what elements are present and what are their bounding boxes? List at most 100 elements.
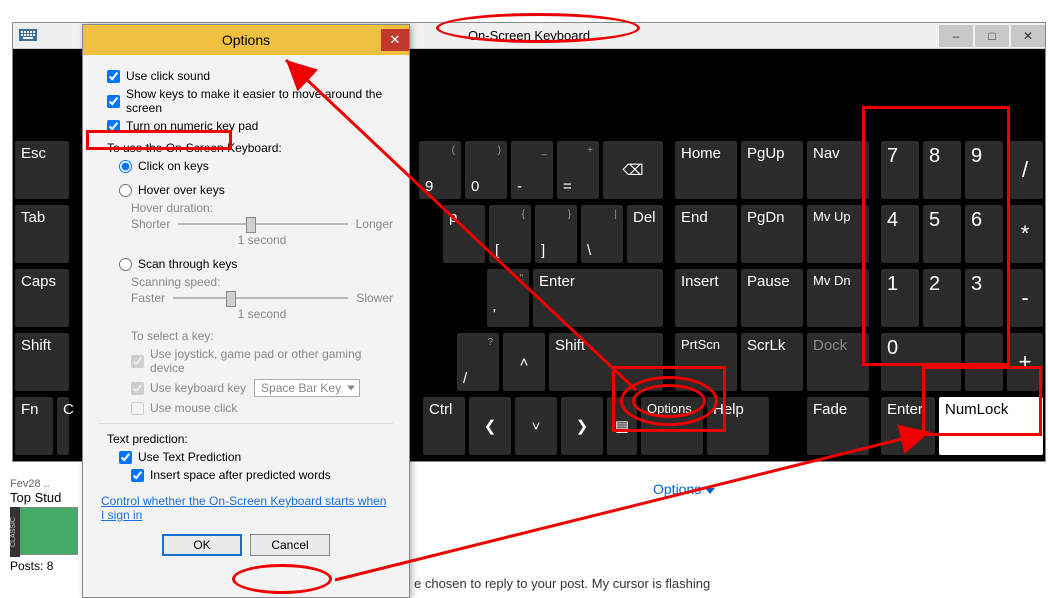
key-numslash[interactable]: / xyxy=(1007,141,1043,199)
checkbox-numeric-keypad[interactable]: Turn on numeric key pad xyxy=(107,119,393,133)
key-pgdn[interactable]: PgDn xyxy=(741,205,803,263)
key-num4[interactable]: 4 xyxy=(881,205,919,263)
key-nav[interactable]: Nav xyxy=(807,141,869,199)
key-backslash[interactable]: | \ xyxy=(581,205,623,263)
key-right[interactable]: ❯ xyxy=(561,397,603,455)
checkbox-text-prediction[interactable]: Use Text Prediction xyxy=(119,450,393,464)
key-home[interactable]: Home xyxy=(675,141,737,199)
key-slash[interactable]: ? / xyxy=(457,333,499,391)
cancel-button[interactable]: Cancel xyxy=(250,534,330,556)
label: Hover over keys xyxy=(138,183,225,197)
key-rbracket[interactable]: } ] xyxy=(535,205,577,263)
key-enter[interactable]: Enter xyxy=(533,269,663,327)
key-enter-pad[interactable]: Enter xyxy=(881,397,935,455)
key-num9[interactable]: 9 xyxy=(965,141,1003,199)
key-up[interactable]: ˄ xyxy=(503,333,545,391)
radio-scan-through-keys[interactable]: Scan through keys xyxy=(119,257,393,271)
key-options[interactable]: Options xyxy=(641,397,703,455)
reply-body-text: e chosen to reply to your post. My curso… xyxy=(414,576,710,591)
checkbox-numeric-keypad-input[interactable] xyxy=(107,120,120,133)
key-num1[interactable]: 1 xyxy=(881,269,919,327)
key-minus[interactable]: _ - xyxy=(511,141,553,199)
checkbox-text-prediction-input[interactable] xyxy=(119,451,132,464)
key-help[interactable]: Help xyxy=(707,397,769,455)
checkbox-use-mouse-click-input[interactable] xyxy=(131,402,144,415)
key-numplus[interactable]: + xyxy=(1007,333,1043,391)
key-caps[interactable]: Caps xyxy=(15,269,69,327)
key-backspace[interactable]: ⌫ xyxy=(603,141,663,199)
key-numlock[interactable]: NumLock xyxy=(939,397,1043,455)
checkbox-show-keys[interactable]: Show keys to make it easier to move arou… xyxy=(107,87,393,115)
radio-click-on-keys-input[interactable] xyxy=(119,160,132,173)
key-num2[interactable]: 2 xyxy=(923,269,961,327)
checkbox-insert-space[interactable]: Insert space after predicted words xyxy=(131,468,393,482)
slider-thumb[interactable] xyxy=(246,217,256,233)
key-ctrl[interactable]: Ctrl xyxy=(423,397,465,455)
key-pause[interactable]: Pause xyxy=(741,269,803,327)
scan-slider[interactable]: Faster Slower xyxy=(131,291,393,305)
key-del[interactable]: Del xyxy=(627,205,663,263)
key-mvup[interactable]: Mv Up xyxy=(807,205,869,263)
key-esc[interactable]: Esc xyxy=(15,141,69,199)
hover-slider[interactable]: Shorter Longer xyxy=(131,217,393,231)
key-numdot[interactable]: . xyxy=(965,333,1003,391)
key-0[interactable]: ) 0 xyxy=(465,141,507,199)
slider-track[interactable] xyxy=(178,223,347,225)
options-close-button[interactable]: ✕ xyxy=(381,29,409,51)
key-down[interactable]: ˅ xyxy=(515,397,557,455)
key-fn[interactable]: Fn xyxy=(15,397,53,455)
key-num7[interactable]: 7 xyxy=(881,141,919,199)
key-fade[interactable]: Fade xyxy=(807,397,869,455)
key-num6[interactable]: 6 xyxy=(965,205,1003,263)
checkbox-insert-space-input[interactable] xyxy=(131,469,144,482)
label: Scan through keys xyxy=(138,257,237,271)
key-dock[interactable]: Dock xyxy=(807,333,869,391)
key-menu[interactable]: ▤ xyxy=(607,397,637,455)
key-c-partial[interactable]: C xyxy=(57,397,69,455)
key-9[interactable]: ( 9 xyxy=(419,141,461,199)
close-button[interactable]: ✕ xyxy=(1011,25,1045,47)
checkbox-use-joystick[interactable]: Use joystick, game pad or other gaming d… xyxy=(131,347,393,375)
ok-button[interactable]: OK xyxy=(162,534,242,556)
key-numminus[interactable]: - xyxy=(1007,269,1043,327)
slider-thumb[interactable] xyxy=(226,291,236,307)
key-insert[interactable]: Insert xyxy=(675,269,737,327)
key-num3[interactable]: 3 xyxy=(965,269,1003,327)
checkbox-use-keyboard-key[interactable]: Use keyboard key Space Bar Key xyxy=(131,379,393,397)
minimize-button[interactable]: – xyxy=(939,25,973,47)
key-quote[interactable]: " ' xyxy=(487,269,529,327)
slider-track[interactable] xyxy=(173,297,348,299)
key-lbracket[interactable]: { [ xyxy=(489,205,531,263)
checkbox-use-mouse-click[interactable]: Use mouse click xyxy=(131,401,393,415)
options-toggle[interactable]: Options xyxy=(653,481,715,497)
sublabel: ? xyxy=(463,337,493,348)
key-p[interactable]: p xyxy=(443,205,485,263)
checkbox-click-sound[interactable]: Use click sound xyxy=(107,69,393,83)
checkbox-show-keys-input[interactable] xyxy=(107,95,120,108)
key-tab[interactable]: Tab xyxy=(15,205,69,263)
checkbox-click-sound-input[interactable] xyxy=(107,70,120,83)
key-pgup[interactable]: PgUp xyxy=(741,141,803,199)
key-left[interactable]: ❮ xyxy=(469,397,511,455)
key-shift-right[interactable]: Shift xyxy=(549,333,663,391)
checkbox-use-joystick-input[interactable] xyxy=(131,355,144,368)
keyboard-key-select[interactable]: Space Bar Key xyxy=(254,379,360,397)
key-prtscn[interactable]: PrtScn xyxy=(675,333,737,391)
startup-link[interactable]: Control whether the On-Screen Keyboard s… xyxy=(101,494,386,522)
key-end[interactable]: End xyxy=(675,205,737,263)
radio-hover-over-keys[interactable]: Hover over keys xyxy=(119,183,393,197)
radio-scan-through-keys-input[interactable] xyxy=(119,258,132,271)
key-nummul[interactable]: * xyxy=(1007,205,1043,263)
radio-hover-over-keys-input[interactable] xyxy=(119,184,132,197)
key-mvdn[interactable]: Mv Dn xyxy=(807,269,869,327)
checkbox-use-keyboard-key-input[interactable] xyxy=(131,382,144,395)
key-num8[interactable]: 8 xyxy=(923,141,961,199)
key-scrlk[interactable]: ScrLk xyxy=(741,333,803,391)
maximize-button[interactable]: □ xyxy=(975,25,1009,47)
key-num0[interactable]: 0 xyxy=(881,333,961,391)
key-equal[interactable]: + = xyxy=(557,141,599,199)
radio-click-on-keys[interactable]: Click on keys xyxy=(119,159,393,173)
keylabel: = xyxy=(563,178,572,195)
key-shift-left[interactable]: Shift xyxy=(15,333,69,391)
key-num5[interactable]: 5 xyxy=(923,205,961,263)
